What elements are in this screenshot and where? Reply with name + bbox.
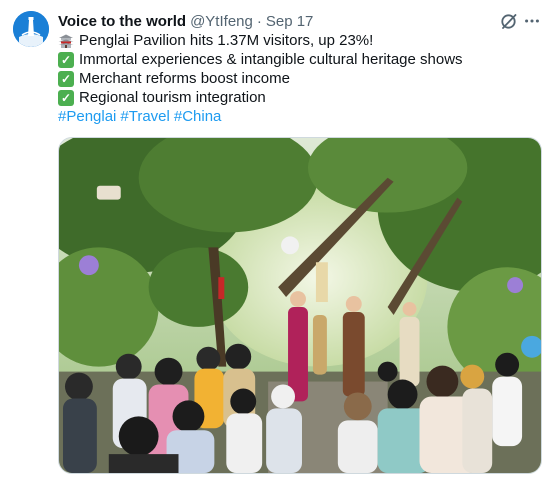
hashtag-link[interactable]: #Penglai (58, 107, 116, 126)
hashtags: #Penglai #Travel #China (58, 107, 538, 126)
tweet-line: ✓ Regional tourism integration (58, 88, 538, 107)
grok-icon[interactable] (499, 11, 519, 31)
hashtag-link[interactable]: #China (174, 107, 222, 126)
check-mark-emoji-icon: ✓ (58, 51, 74, 68)
check-mark-emoji-icon: ✓ (58, 89, 74, 106)
check-mark-emoji-icon: ✓ (58, 70, 74, 87)
lighthouse-logo-icon (13, 11, 49, 47)
tweet-photo[interactable] (58, 137, 542, 474)
tweet-header: Voice to the world @YtIfeng · Sep 17 (58, 11, 313, 31)
tweet-line-text: Merchant reforms boost income (79, 70, 290, 87)
author-name[interactable]: Voice to the world (58, 13, 186, 30)
pavilion-emoji-icon (58, 33, 74, 49)
tweet-line-text: Regional tourism integration (79, 89, 266, 106)
festival-crowd-photo (59, 138, 541, 473)
tweet-text: Penglai Pavilion hits 1.37M visitors, up… (58, 31, 538, 126)
separator-dot: · (256, 12, 262, 30)
tweet-timestamp[interactable]: Sep 17 (266, 13, 314, 30)
tweet-card[interactable]: Voice to the world @YtIfeng · Sep 17 Pen… (0, 0, 554, 481)
avatar[interactable] (13, 11, 49, 47)
tweet-line: ✓ Merchant reforms boost income (58, 69, 538, 88)
more-options-icon[interactable] (521, 11, 543, 31)
tweet-line: ✓ Immortal experiences & intangible cult… (58, 50, 538, 69)
author-handle[interactable]: @YtIfeng (190, 13, 253, 30)
tweet-line-text: Immortal experiences & intangible cultur… (79, 51, 463, 68)
tweet-line: Penglai Pavilion hits 1.37M visitors, up… (58, 31, 538, 50)
hashtag-link[interactable]: #Travel (120, 107, 169, 126)
tweet-line-text: Penglai Pavilion hits 1.37M visitors, up… (79, 32, 374, 49)
